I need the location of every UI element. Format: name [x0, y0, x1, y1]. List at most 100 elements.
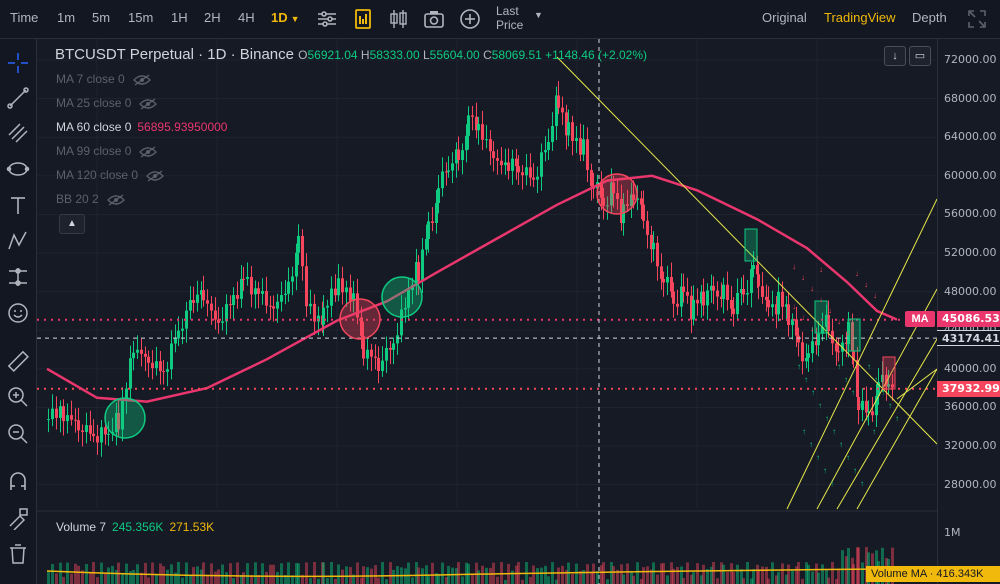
expand-icon[interactable] — [966, 8, 988, 30]
volume-bar — [297, 563, 300, 584]
indicator-ma99[interactable]: MA 99 close 0 — [56, 144, 158, 158]
indicator-ma60[interactable]: MA 60 close 0 56895.93950000 — [56, 120, 227, 134]
candle-body — [871, 411, 874, 416]
chart-settings-button[interactable]: ▭ — [909, 46, 931, 66]
candle-body — [477, 124, 480, 131]
candle-body — [795, 319, 798, 336]
volume-bar — [602, 562, 605, 584]
interval-5m[interactable]: 5m — [92, 0, 110, 38]
crosshair-icon[interactable] — [6, 51, 30, 75]
volume-bar — [181, 577, 184, 584]
price-axis-label: 72000.00 — [944, 53, 997, 66]
volume-bar — [632, 575, 635, 584]
collapse-legend-button[interactable]: ▲ — [59, 214, 85, 234]
volume-value: 245.356K — [112, 520, 164, 534]
candle-body — [74, 419, 77, 421]
volume-bar — [74, 563, 77, 584]
volume-bar — [852, 564, 855, 584]
plus-circle-icon[interactable] — [459, 8, 481, 30]
price-axis-label: 68000.00 — [944, 91, 997, 105]
volume-bar — [606, 579, 609, 584]
buy-arrow: ↑ — [865, 414, 869, 423]
candle-body — [341, 278, 344, 293]
eye-hidden-icon[interactable] — [106, 194, 125, 206]
volume-bar — [702, 564, 705, 584]
trash-icon[interactable] — [6, 542, 30, 566]
volume-bar — [261, 563, 264, 584]
document-chart-icon[interactable] — [352, 8, 374, 30]
interval-1d[interactable]: 1D ▼ — [271, 0, 300, 38]
fib-lines-icon[interactable] — [6, 121, 30, 145]
sell-arrow: ↓ — [792, 262, 796, 271]
volume-bar — [521, 579, 524, 584]
candle-body — [706, 290, 709, 306]
scroll-down-button[interactable]: ↓ — [884, 46, 906, 66]
time-label: Time — [10, 10, 39, 25]
candle-body — [92, 433, 95, 437]
lock-drawing-icon[interactable] — [6, 506, 30, 530]
magnet-icon[interactable] — [6, 470, 30, 494]
candle-body — [547, 142, 550, 151]
volume-bar — [236, 562, 239, 584]
interval-1h[interactable]: 1H — [171, 0, 188, 38]
sliders-icon[interactable] — [316, 8, 338, 30]
buy-arrow: ↑ — [832, 427, 836, 436]
zoom-in-icon[interactable] — [6, 385, 30, 409]
trend-line-icon[interactable] — [6, 86, 30, 110]
buy-arrow: ↑ — [846, 453, 850, 462]
volume-bar — [265, 571, 268, 584]
volume-bar — [586, 564, 589, 584]
candle-body — [269, 305, 272, 307]
candle-body — [236, 295, 239, 299]
candle-body — [666, 276, 669, 283]
volume-bar — [427, 576, 430, 584]
eye-hidden-icon[interactable] — [146, 170, 164, 182]
volume-bar — [757, 569, 760, 584]
volume-bar — [787, 564, 790, 584]
volume-bar — [686, 562, 689, 584]
volume-bar — [246, 563, 249, 584]
volume-bar — [636, 562, 639, 584]
indicator-ma120[interactable]: MA 120 close 0 — [56, 168, 164, 182]
view-original[interactable]: Original — [762, 0, 807, 38]
buy-arrow: ↑ — [802, 427, 806, 436]
emoji-icon[interactable] — [6, 301, 30, 325]
candle-body — [567, 122, 570, 136]
candles-icon[interactable] — [388, 8, 410, 30]
volume-bar — [317, 578, 320, 584]
candle-body — [750, 269, 753, 294]
eye-hidden-icon[interactable] — [132, 74, 151, 86]
volume-bar — [269, 564, 272, 584]
pattern-tool-icon[interactable] — [6, 229, 30, 253]
camera-icon[interactable] — [423, 8, 445, 30]
ruler-icon[interactable] — [6, 349, 30, 373]
indicator-bb[interactable]: BB 20 2 — [56, 192, 125, 206]
eye-hidden-icon[interactable] — [139, 98, 158, 110]
candle-body — [189, 300, 192, 311]
candle-body — [159, 361, 162, 372]
signal-box — [744, 228, 758, 262]
eye-hidden-icon[interactable] — [139, 146, 158, 158]
candle-body — [305, 266, 308, 307]
view-tradingview[interactable]: TradingView — [824, 0, 896, 38]
forecast-tool-icon[interactable] — [6, 265, 30, 289]
volume-bar — [841, 550, 844, 584]
volume-bar — [496, 576, 499, 584]
last-price-toggle[interactable]: Last Price — [496, 4, 523, 32]
indicator-ma25[interactable]: MA 25 close 0 — [56, 96, 158, 110]
interval-4h[interactable]: 4H — [238, 0, 255, 38]
interval-15m[interactable]: 15m — [128, 0, 153, 38]
view-depth[interactable]: Depth — [912, 0, 947, 38]
candle-body — [726, 284, 729, 301]
interval-2h[interactable]: 2H — [204, 0, 221, 38]
shapes-icon[interactable] — [6, 157, 30, 181]
interval-1m[interactable]: 1m — [57, 0, 75, 38]
sell-arrow: ↓ — [873, 291, 877, 300]
candle-body — [202, 290, 205, 301]
indicator-ma7[interactable]: MA 7 close 0 — [56, 72, 151, 86]
volume-bar — [59, 562, 62, 584]
volume-bar — [571, 573, 574, 584]
text-tool-icon[interactable] — [6, 194, 30, 218]
candle-body — [276, 301, 279, 309]
zoom-out-icon[interactable] — [6, 422, 30, 446]
